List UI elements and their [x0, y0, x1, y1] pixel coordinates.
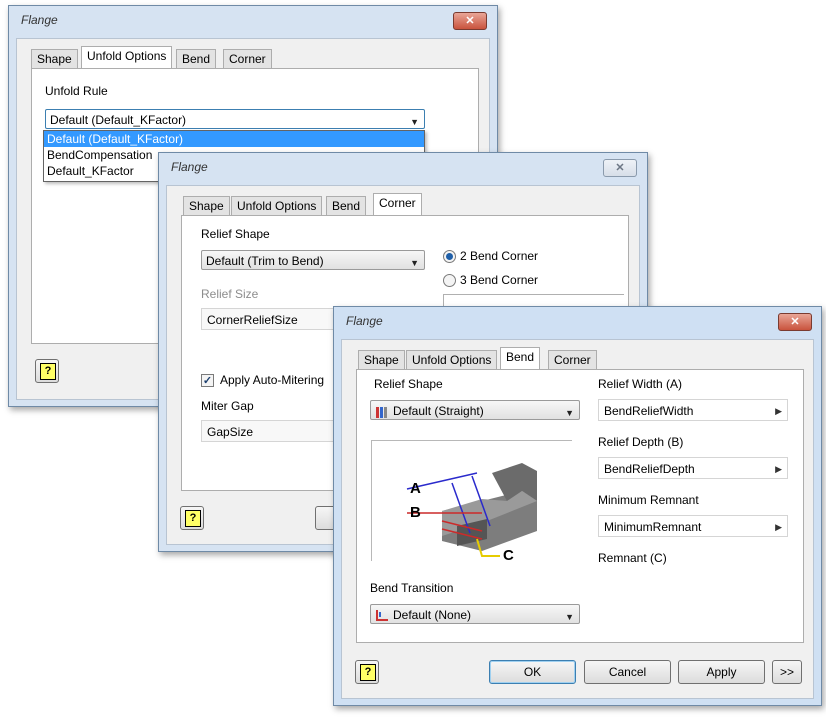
unfold-rule-select[interactable]: Default (Default_KFactor) ▼ [45, 109, 425, 129]
more-options-button[interactable]: >> [772, 660, 802, 684]
tab-bend[interactable]: Bend [176, 49, 217, 68]
tab-unfold-options[interactable]: Unfold Options [231, 196, 323, 215]
help-icon: ? [40, 363, 56, 380]
dropdown-option[interactable]: Default (Default_KFactor) [44, 131, 424, 147]
title-bar[interactable]: Flange ✕ [334, 307, 821, 335]
relief-shape-select[interactable]: Default (Trim to Bend) ▼ [201, 250, 425, 270]
tab-corner[interactable]: Corner [548, 350, 597, 369]
tab-corner[interactable]: Corner [223, 49, 272, 68]
relief-shape-value: Default (Straight) [393, 404, 484, 418]
bend-transition-icon [375, 609, 389, 623]
chevron-right-icon[interactable]: ▶ [775, 516, 782, 538]
help-button[interactable]: ? [35, 359, 59, 383]
relief-width-input[interactable]: BendReliefWidth ▶ [598, 399, 788, 421]
apply-button[interactable]: Apply [678, 660, 765, 684]
tab-shape[interactable]: Shape [183, 196, 230, 215]
straight-relief-icon [375, 405, 389, 419]
help-button[interactable]: ? [180, 506, 204, 530]
ok-button[interactable]: OK [489, 660, 576, 684]
tab-shape[interactable]: Shape [358, 350, 405, 369]
bend-transition-select[interactable]: Default (None) ▼ [370, 604, 580, 624]
chevron-down-icon: ▼ [565, 408, 574, 418]
min-remnant-input[interactable]: MinimumRemnant ▶ [598, 515, 788, 537]
three-bend-corner-radio[interactable] [443, 274, 456, 287]
tab-corner[interactable]: Corner [373, 193, 422, 215]
dialog-client-area: Shape Unfold Options Bend Corner Relief … [341, 339, 814, 699]
relief-width-value: BendReliefWidth [604, 404, 694, 418]
title-bar[interactable]: Flange ✕ [159, 153, 647, 181]
auto-mitering-checkbox[interactable]: ✓ [201, 374, 214, 387]
relief-width-label: Relief Width (A) [598, 377, 683, 391]
tab-panel: Relief Shape Default (Straight) ▼ A B C … [356, 369, 804, 643]
auto-mitering-label: Apply Auto-Mitering [220, 373, 325, 387]
cancel-button[interactable]: Cancel [584, 660, 671, 684]
bend-relief-diagram: A B C [371, 440, 572, 564]
chevron-down-icon: ▼ [410, 258, 419, 268]
diagram-label-b: B [410, 504, 421, 521]
remnant-label: Remnant (C) [598, 551, 667, 565]
bend-transition-label: Bend Transition [370, 581, 454, 595]
close-button[interactable]: ✕ [603, 159, 637, 177]
relief-size-label: Relief Size [201, 287, 259, 301]
chevron-right-icon[interactable]: ▶ [775, 400, 782, 422]
flange-dialog-bend: Flange ✕ Shape Unfold Options Bend Corne… [333, 306, 822, 706]
relief-depth-value: BendReliefDepth [604, 462, 695, 476]
chevron-down-icon: ▼ [410, 117, 419, 127]
two-bend-corner-label: 2 Bend Corner [460, 249, 539, 263]
relief-shape-label: Relief Shape [201, 227, 270, 241]
dialog-title: Flange [346, 314, 383, 328]
bend-relief-illustration: A B C [406, 463, 537, 564]
unfold-rule-label: Unfold Rule [45, 84, 108, 98]
dialog-title: Flange [171, 160, 208, 174]
chevron-down-icon: ▼ [565, 612, 574, 622]
min-remnant-value: MinimumRemnant [604, 520, 702, 534]
chevron-right-icon[interactable]: ▶ [775, 458, 782, 480]
close-button[interactable]: ✕ [778, 313, 812, 331]
close-button[interactable]: ✕ [453, 12, 487, 30]
title-bar[interactable]: Flange ✕ [9, 6, 497, 34]
tab-shape[interactable]: Shape [31, 49, 78, 68]
relief-shape-value: Default (Trim to Bend) [206, 254, 324, 268]
relief-shape-label: Relief Shape [374, 377, 443, 391]
help-icon: ? [185, 510, 201, 527]
relief-depth-label: Relief Depth (B) [598, 435, 684, 449]
tab-bend[interactable]: Bend [500, 347, 541, 369]
diagram-label-a: A [410, 480, 421, 497]
help-icon: ? [360, 664, 376, 681]
relief-shape-select[interactable]: Default (Straight) ▼ [370, 400, 580, 420]
relief-depth-input[interactable]: BendReliefDepth ▶ [598, 457, 788, 479]
tab-unfold-options[interactable]: Unfold Options [81, 46, 173, 68]
diagram-label-c: C [503, 547, 514, 561]
tab-bend[interactable]: Bend [326, 196, 367, 215]
help-button[interactable]: ? [355, 660, 379, 684]
miter-gap-label: Miter Gap [201, 399, 254, 413]
bend-transition-value: Default (None) [393, 608, 472, 622]
min-remnant-label: Minimum Remnant [598, 493, 699, 507]
two-bend-corner-radio[interactable] [443, 250, 456, 263]
tab-unfold-options[interactable]: Unfold Options [406, 350, 498, 369]
dialog-title: Flange [21, 13, 58, 27]
unfold-rule-value: Default (Default_KFactor) [50, 113, 187, 127]
three-bend-corner-label: 3 Bend Corner [460, 273, 539, 287]
